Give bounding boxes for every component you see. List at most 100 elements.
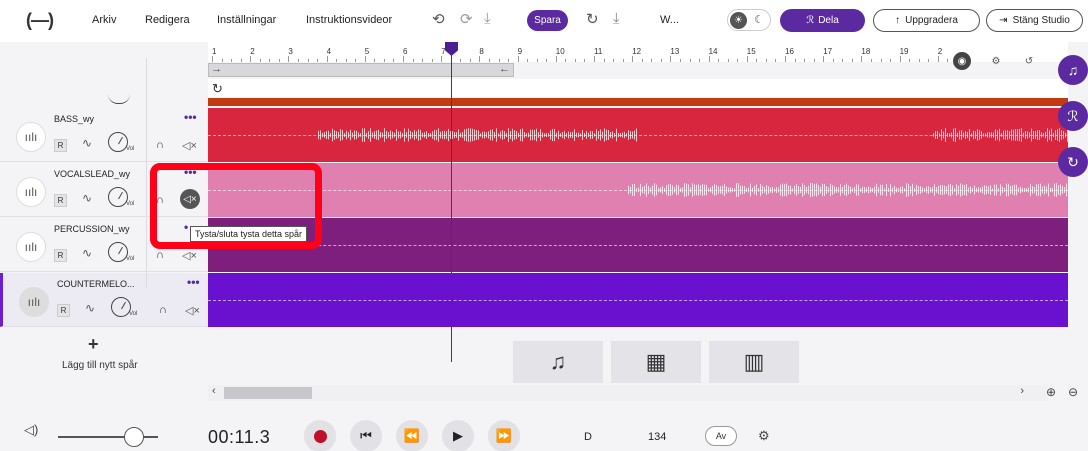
lane-percussion[interactable] <box>208 218 1068 272</box>
volume-knob[interactable] <box>111 297 131 317</box>
settings-icon[interactable]: ⚙ <box>758 428 770 444</box>
effects-icon[interactable]: ∿ <box>85 301 95 315</box>
scroll-right-icon[interactable]: › <box>1020 385 1024 397</box>
headphones-icon[interactable]: ∩ <box>156 139 164 151</box>
waveform-bar <box>326 131 327 139</box>
track-name[interactable]: COUNTERMELO... <box>57 279 135 289</box>
waveform-bar <box>892 187 893 193</box>
loop-fab[interactable]: ↻ <box>1058 147 1088 177</box>
ruler-tick <box>250 56 252 62</box>
beat-maker-button[interactable]: ▦ <box>611 341 701 383</box>
more-options-icon[interactable]: ••• <box>187 275 200 289</box>
mute-icon[interactable]: ◁× <box>182 249 197 262</box>
track-name[interactable]: PERCUSSION_wy <box>54 224 130 234</box>
bpm-display[interactable]: 134 <box>648 431 666 443</box>
menu-redigera[interactable]: Redigera <box>145 14 190 26</box>
waveform-bar <box>374 131 375 139</box>
track-avatar-icon[interactable]: ıılı <box>16 122 46 152</box>
record-arm-button[interactable]: R <box>54 194 67 207</box>
add-track-button[interactable]: + Lägg till nytt spår <box>0 330 208 382</box>
zoom-in-icon[interactable]: ⊕ <box>1046 385 1056 399</box>
export-icon[interactable]: ⤓ <box>613 10 620 27</box>
menu-installningar[interactable]: Inställningar <box>217 14 276 26</box>
upgrade-button[interactable]: ↑ Uppgradera <box>873 9 980 32</box>
track-avatar-icon[interactable]: ıılı <box>16 232 46 262</box>
track-header-bass[interactable]: ıılı BASS_wy ••• R ∿ Vol ∩ ◁× <box>0 108 208 162</box>
track-name[interactable]: VOCALSLEAD_wy <box>54 169 130 179</box>
refresh-icon[interactable]: ↻ <box>586 10 599 28</box>
record-arm-button[interactable]: R <box>57 304 70 317</box>
volume-knob[interactable] <box>108 242 128 262</box>
horizontal-scrollbar[interactable]: ‹ › <box>208 385 1048 401</box>
menu-arkiv[interactable]: Arkiv <box>92 14 116 26</box>
waveform-bar <box>1054 183 1055 197</box>
volume-knob[interactable] <box>108 187 128 207</box>
waveform-bar <box>328 130 329 140</box>
scroll-left-icon[interactable]: ‹ <box>212 385 216 397</box>
lane-bass[interactable] <box>208 108 1068 162</box>
loop-region[interactable]: → ← <box>208 63 514 77</box>
scrollbar-thumb[interactable] <box>224 387 312 399</box>
effects-icon[interactable]: ∿ <box>82 191 92 205</box>
record-arm-button[interactable]: R <box>54 139 67 152</box>
metronome-icon[interactable]: ◉ <box>953 52 971 70</box>
headphones-icon[interactable]: ∩ <box>156 249 164 261</box>
loop-icon[interactable]: ↻ <box>212 81 223 97</box>
waveform-bar <box>1046 186 1047 194</box>
redo-icon[interactable]: ⟳ <box>460 10 473 28</box>
ruler-tick <box>441 56 443 62</box>
share-button[interactable]: ℛ Dela <box>780 9 865 32</box>
rewind-button[interactable]: ⏪ <box>396 420 428 451</box>
lane-vocalslead[interactable] <box>208 163 1068 217</box>
headphones-icon[interactable]: ∩ <box>159 304 167 316</box>
waveform-bar <box>594 133 595 137</box>
menu-instruktionsvideor[interactable]: Instruktionsvideor <box>306 14 392 26</box>
waveform-bar <box>744 186 745 194</box>
track-name[interactable]: BASS_wy <box>54 114 94 124</box>
waveform-bar <box>997 130 998 140</box>
volume-knob[interactable] <box>108 132 128 152</box>
record-arm-button[interactable]: R <box>54 249 67 262</box>
master-volume-thumb[interactable] <box>124 427 144 447</box>
record-button[interactable] <box>304 420 336 451</box>
loop-strip[interactable] <box>208 79 1068 98</box>
waveform-bar <box>360 133 361 137</box>
logo[interactable]: (—) <box>26 10 54 31</box>
waveform-bar <box>947 133 948 137</box>
playhead[interactable] <box>451 45 452 362</box>
track-avatar-icon[interactable]: ıılı <box>16 177 46 207</box>
download-icon[interactable]: ⤓ <box>484 10 491 27</box>
track-avatar-icon[interactable]: ıılı <box>19 287 49 317</box>
metronome-toggle[interactable]: Av <box>705 426 737 446</box>
ruler-settings-icon[interactable]: ⚙ <box>987 52 1005 70</box>
mute-icon[interactable]: ◁× <box>185 304 200 317</box>
close-studio-button[interactable]: ⇥ Stäng Studio <box>986 9 1083 32</box>
play-button[interactable]: ▶ <box>442 420 474 451</box>
add-instrument-button[interactable]: ♫ <box>513 341 603 383</box>
lane-countermelody[interactable] <box>208 273 1068 327</box>
effects-icon[interactable]: ∿ <box>82 136 92 150</box>
track-header-countermelody[interactable]: ıılı COUNTERMELO... ••• R ∿ Vol ∩ ◁× <box>0 273 208 327</box>
collab-fab[interactable]: ℛ <box>1058 101 1088 131</box>
ruler-tick <box>746 56 748 62</box>
instrument-fab[interactable]: ♫ <box>1058 55 1088 85</box>
waveform-bar <box>544 133 545 137</box>
waveform-bar <box>774 188 775 192</box>
undo-icon[interactable]: ⟲ <box>432 10 445 28</box>
reset-icon[interactable]: ↺ <box>1020 52 1038 70</box>
timeline-ruler[interactable]: 1 2 3 4 5 6 7 8 9 10 11 12 13 14 15 16 17 18 19 2 <box>208 42 1068 62</box>
volume-icon[interactable]: ◁) <box>24 422 38 438</box>
waveform-bar <box>916 184 917 196</box>
keyboard-button[interactable]: ▥ <box>709 341 799 383</box>
save-button[interactable]: Spara <box>527 10 568 31</box>
waveform-bar <box>510 130 511 140</box>
project-title[interactable]: W... <box>660 14 679 26</box>
more-options-icon[interactable]: ••• <box>184 110 197 124</box>
effects-icon[interactable]: ∿ <box>82 246 92 260</box>
mute-icon[interactable]: ◁× <box>182 139 197 152</box>
key-display[interactable]: D <box>584 431 592 443</box>
fast-forward-button[interactable]: ⏩ <box>488 420 520 451</box>
skip-back-button[interactable]: ⏮ <box>350 420 382 451</box>
theme-toggle[interactable]: ☀ ☾ <box>727 9 771 31</box>
zoom-out-icon[interactable]: ⊖ <box>1068 385 1078 399</box>
